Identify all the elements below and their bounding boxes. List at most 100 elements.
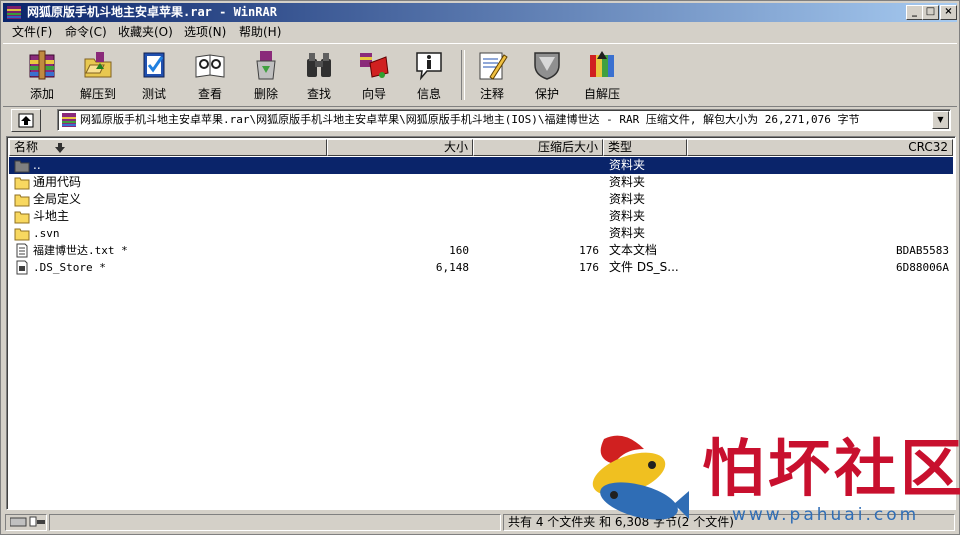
find-icon [307, 53, 331, 77]
winrar-app-icon [7, 6, 21, 19]
delete-icon [256, 51, 276, 80]
file-type: 文件 DS_S... [609, 260, 679, 274]
view-label: 查看 [197, 87, 222, 101]
add-label: 添加 [29, 87, 54, 101]
file-crc: BDAB5583 [896, 244, 949, 257]
status-drive-panel[interactable] [5, 514, 47, 531]
column-header-name[interactable]: 名称 [9, 139, 327, 156]
menu-commands[interactable]: 命令(C) [61, 24, 111, 41]
menu-bar: 文件(F) 命令(C) 收藏夹(O) 选项(N) 帮助(H) [3, 23, 957, 42]
file-name: .. [33, 158, 41, 172]
column-header-packed[interactable]: 压缩后大小 [473, 139, 603, 156]
file-row[interactable]: 斗地主 资料夹 [9, 208, 953, 225]
menu-options[interactable]: 选项(N) [180, 24, 230, 41]
minimize-button[interactable]: _ [906, 5, 923, 20]
maximize-icon: □ [925, 6, 936, 17]
view-icon [195, 54, 225, 78]
test-icon [143, 52, 165, 78]
archive-icon [62, 113, 76, 127]
status-selection-panel [49, 514, 501, 531]
info-icon [416, 52, 442, 81]
wizard-icon [360, 53, 389, 78]
file-type: 资料夹 [609, 158, 646, 172]
extract-to-button[interactable]: 解压到 [73, 47, 123, 103]
column-header-crc[interactable]: CRC32 [687, 139, 953, 156]
folder-icon [14, 211, 30, 224]
column-name-label: 名称 [14, 140, 39, 154]
view-button[interactable]: 查看 [185, 47, 235, 103]
path-text: 网狐原版手机斗地主安卓苹果.rar\网狐原版手机斗地主安卓苹果\网狐原版手机斗地… [80, 113, 860, 126]
file-name: 斗地主 [33, 209, 70, 223]
folder-icon [14, 177, 30, 190]
column-header-size[interactable]: 大小 [327, 139, 473, 156]
file-row[interactable]: .DS_Store * 6,148 176 文件 DS_S... 6D88006… [9, 259, 953, 276]
file-packed: 176 [579, 244, 599, 257]
protect-label: 保护 [534, 87, 559, 101]
find-label: 查找 [306, 87, 331, 101]
winrar-window: 网狐原版手机斗地主安卓苹果.rar - WinRAR _ □ × 文件(F) 命… [0, 0, 960, 535]
text-file-icon [16, 243, 28, 258]
file-type: 资料夹 [609, 226, 646, 240]
toolbar: 添加 解压到 测试 查看 删除 查找 向导 信息 注释 保护 自解压 [3, 43, 957, 107]
test-label: 测试 [141, 87, 166, 101]
folder-icon [14, 228, 30, 241]
toolbar-separator [461, 50, 465, 100]
address-bar: 网狐原版手机斗地主安卓苹果.rar\网狐原版手机斗地主安卓苹果\网狐原版手机斗地… [3, 107, 957, 133]
window-title: 网狐原版手机斗地主安卓苹果.rar - WinRAR [27, 5, 277, 19]
close-button[interactable]: × [940, 5, 957, 20]
column-packed-label: 压缩后大小 [537, 140, 598, 154]
watermark-url: www.pahuai.com [732, 505, 920, 525]
path-combobox[interactable]: 网狐原版手机斗地主安卓苹果.rar\网狐原版手机斗地主安卓苹果\网狐原版手机斗地… [57, 109, 951, 131]
minimize-icon: _ [912, 6, 917, 17]
info-button[interactable]: 信息 [404, 47, 454, 103]
wizard-label: 向导 [361, 87, 386, 101]
file-row[interactable]: .svn 资料夹 [9, 225, 953, 242]
file-type: 资料夹 [609, 175, 646, 189]
folder-up-icon [14, 160, 30, 173]
title-bar[interactable]: 网狐原版手机斗地主安卓苹果.rar - WinRAR _ □ × [3, 3, 957, 22]
column-crc-label: CRC32 [908, 140, 948, 154]
menu-help[interactable]: 帮助(H) [235, 24, 285, 41]
file-row[interactable]: .. 资料夹 [9, 157, 953, 174]
fish-logo-icon [592, 435, 689, 520]
menu-favorites[interactable]: 收藏夹(O) [114, 24, 177, 41]
menu-file[interactable]: 文件(F) [8, 24, 56, 41]
drive-icon [9, 516, 45, 527]
wizard-button[interactable]: 向导 [349, 47, 399, 103]
up-arrow-icon [18, 113, 34, 128]
file-size: 6,148 [435, 261, 469, 274]
close-icon: × [944, 6, 953, 17]
comment-button[interactable]: 注释 [467, 47, 517, 103]
sfx-label: 自解压 [583, 87, 620, 101]
extract-to-label: 解压到 [79, 87, 116, 101]
file-type: 文本文档 [609, 243, 658, 257]
folder-icon [14, 194, 30, 207]
file-row[interactable]: 通用代码 资料夹 [9, 174, 953, 191]
sfx-icon [590, 51, 614, 77]
watermark-text: 怕坏社区 [702, 432, 960, 505]
path-dropdown-button[interactable]: ▼ [932, 111, 949, 129]
add-button[interactable]: 添加 [17, 47, 67, 103]
find-button[interactable]: 查找 [294, 47, 344, 103]
comment-icon [479, 52, 508, 80]
file-crc: 6D88006A [896, 261, 949, 274]
column-header-type[interactable]: 类型 [603, 139, 687, 156]
file-packed: 176 [579, 261, 599, 274]
sort-down-icon [55, 143, 65, 153]
file-icon [16, 260, 28, 275]
test-button[interactable]: 测试 [129, 47, 179, 103]
maximize-button[interactable]: □ [922, 5, 939, 20]
watermark: 怕坏社区 www.pahuai.com [584, 429, 960, 529]
file-type: 资料夹 [609, 209, 646, 223]
column-type-label: 类型 [608, 140, 633, 154]
delete-button[interactable]: 删除 [241, 47, 291, 103]
column-size-label: 大小 [443, 140, 468, 154]
sfx-button[interactable]: 自解压 [577, 47, 627, 103]
file-name: 全局定义 [33, 192, 82, 206]
protect-button[interactable]: 保护 [522, 47, 572, 103]
file-name: .svn [33, 227, 60, 240]
comment-label: 注释 [479, 87, 504, 101]
file-row[interactable]: 福建博世达.txt * 160 176 文本文档 BDAB5583 [9, 242, 953, 259]
up-folder-button[interactable] [11, 109, 41, 132]
file-row[interactable]: 全局定义 资料夹 [9, 191, 953, 208]
